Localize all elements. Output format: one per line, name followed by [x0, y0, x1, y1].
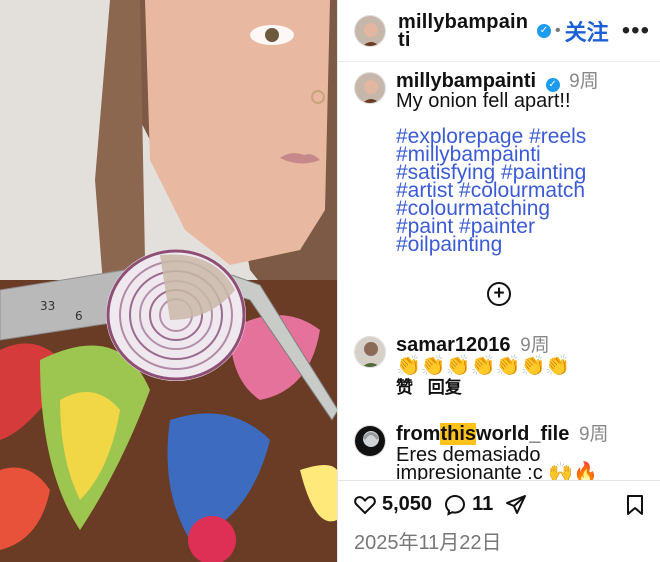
- caption-text-block: millybampainti ✓ 9周 My onion fell apart!…: [396, 62, 599, 255]
- separator-dot: •: [555, 21, 561, 39]
- plus-circle-icon[interactable]: +: [487, 282, 511, 306]
- more-icon[interactable]: •••: [622, 17, 650, 45]
- action-bar: 5,050 11: [354, 493, 644, 516]
- post-image: 33 6: [0, 0, 337, 562]
- reply-button[interactable]: 回复: [428, 378, 462, 397]
- comment-text-block: samar12016 9周 👏👏👏👏👏👏👏 赞 回复: [396, 326, 570, 397]
- like-count: 5,050: [382, 493, 433, 515]
- post-date: 2025年11月22日: [354, 532, 502, 554]
- comment-avatar[interactable]: [354, 336, 386, 368]
- caption-row: millybampainti ✓ 9周 My onion fell apart!…: [338, 62, 660, 255]
- comment-text-block: fromthisworld_file 9周 Eres demasiado imp…: [396, 415, 631, 480]
- caption-time: 9周: [569, 71, 599, 92]
- verified-badge-icon: ✓: [537, 23, 551, 38]
- hashtag-line[interactable]: #oilpainting: [396, 234, 599, 255]
- follow-button[interactable]: 关注: [565, 15, 609, 47]
- comment-username[interactable]: samar12016: [396, 334, 511, 356]
- svg-text:6: 6: [75, 309, 83, 323]
- post-media[interactable]: 33 6: [0, 0, 337, 562]
- load-more-comments: +: [338, 282, 660, 306]
- caption-text: My onion fell apart!!: [396, 90, 571, 112]
- header-username[interactable]: millybampainti: [398, 12, 533, 50]
- post-header: millybampainti ✓ • 关注 •••: [338, 0, 660, 62]
- comment-item: fromthisworld_file 9周 Eres demasiado imp…: [338, 415, 660, 480]
- caption-hashtags: #explorepage #reels #millybampainti #sat…: [396, 126, 599, 255]
- comment-count: 11: [472, 493, 494, 515]
- comment-icon[interactable]: [444, 494, 466, 516]
- caption-avatar[interactable]: [354, 72, 386, 104]
- like-comment-button[interactable]: 赞: [396, 378, 413, 397]
- comment-text: 👏👏👏👏👏👏👏: [396, 355, 571, 377]
- share-icon[interactable]: [505, 494, 527, 516]
- comment-actions: 赞 回复: [396, 379, 570, 397]
- post-details-panel: millybampainti ✓ • 关注 ••• millybampainti…: [337, 0, 660, 562]
- bookmark-icon[interactable]: [626, 494, 644, 516]
- comment-text: Eres demasiado impresionante :c 🙌🔥: [396, 444, 599, 480]
- comment-avatar[interactable]: [354, 425, 386, 457]
- comment-username[interactable]: fromthisworld_file: [396, 423, 575, 445]
- comments-section: millybampainti ✓ 9周 My onion fell apart!…: [338, 62, 660, 480]
- heart-icon[interactable]: [354, 495, 376, 515]
- avatar[interactable]: [354, 14, 386, 47]
- comment-time: 9周: [578, 424, 609, 445]
- post-footer: 5,050 11 2025年11月22日: [338, 480, 660, 562]
- svg-text:33: 33: [40, 299, 55, 313]
- comment-item: samar12016 9周 👏👏👏👏👏👏👏 赞 回复: [338, 326, 660, 397]
- caption-username[interactable]: millybampainti: [396, 70, 536, 92]
- comment-time: 9周: [520, 335, 550, 356]
